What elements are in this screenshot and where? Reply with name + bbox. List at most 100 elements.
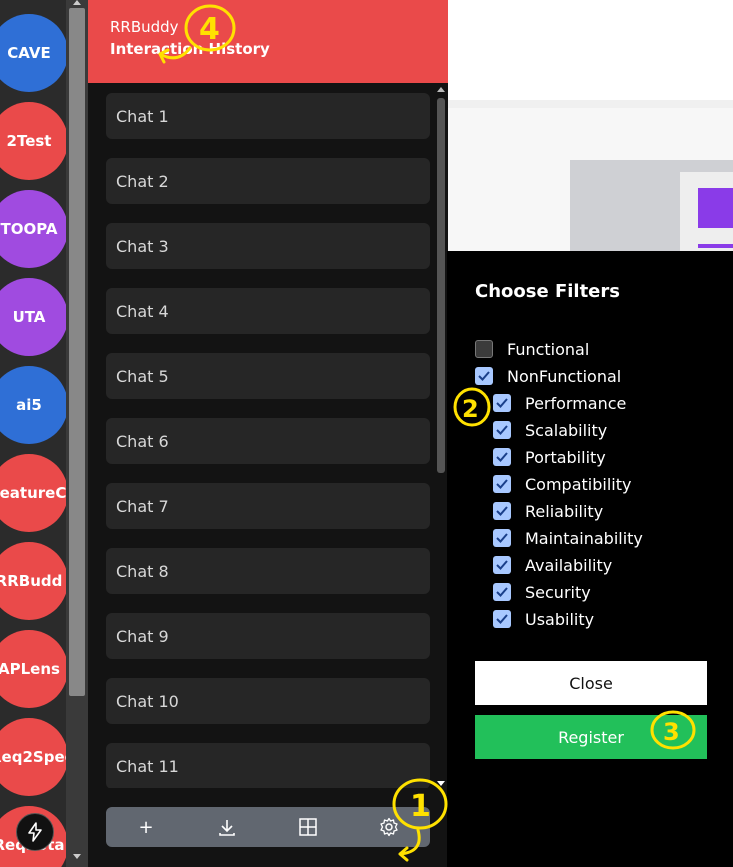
project-label: TOOPA: [0, 220, 58, 238]
project-label: RRBudd: [0, 572, 63, 590]
register-button[interactable]: Register: [475, 715, 707, 759]
chat-item[interactable]: Chat 3: [106, 223, 430, 269]
project-avatar[interactable]: TOOPA: [0, 190, 66, 268]
scrollbar-thumb[interactable]: [437, 98, 445, 473]
checkbox-checked[interactable]: [493, 502, 511, 520]
chat-label: Chat 6: [116, 431, 169, 451]
chat-label: Chat 9: [116, 626, 169, 646]
checkbox-checked[interactable]: [475, 367, 493, 385]
scroll-down-icon[interactable]: [437, 781, 445, 786]
scrollbar-thumb[interactable]: [69, 8, 85, 696]
filter-label: Security: [525, 582, 591, 602]
project-label: FeatureCr: [0, 484, 66, 502]
filter-nonfunctional[interactable]: NonFunctional: [475, 365, 621, 387]
chat-item[interactable]: Chat 8: [106, 548, 430, 594]
chat-label: Chat 3: [116, 236, 169, 256]
filter-usability[interactable]: Usability: [493, 608, 594, 630]
project-avatar[interactable]: UTA: [0, 278, 66, 356]
filter-label: Compatibility: [525, 474, 632, 494]
checkbox-checked[interactable]: [493, 475, 511, 493]
purple-action-button[interactable]: [698, 188, 733, 228]
divider: [448, 100, 733, 108]
download-icon: [219, 820, 235, 836]
filter-label: Maintainability: [525, 528, 643, 548]
project-avatar[interactable]: FeatureCr: [0, 454, 66, 532]
checkbox-checked[interactable]: [493, 448, 511, 466]
new-chat-button[interactable]: +: [126, 807, 166, 847]
app-name: RRBuddy: [110, 18, 179, 36]
close-button[interactable]: Close: [475, 661, 707, 705]
filter-label: Functional: [507, 339, 590, 359]
chat-item[interactable]: Chat 11: [106, 743, 430, 788]
project-label: Req2Spee: [0, 748, 66, 766]
app-header-bar: [448, 0, 733, 107]
chat-label: Chat 1: [116, 106, 169, 126]
filter-label: NonFunctional: [507, 366, 622, 386]
project-label: APLens: [0, 660, 60, 678]
chat-label: Chat 2: [116, 171, 169, 191]
chat-item[interactable]: Chat 5: [106, 353, 430, 399]
chat-item[interactable]: Chat 2: [106, 158, 430, 204]
filter-compatibility[interactable]: Compatibility: [493, 473, 631, 495]
project-avatar[interactable]: RRBudd: [0, 542, 66, 620]
chat-item[interactable]: Chat 1: [106, 93, 430, 139]
filter-availability[interactable]: Availability: [493, 554, 612, 576]
scroll-up-icon[interactable]: [437, 87, 445, 92]
checkbox[interactable]: [475, 340, 493, 358]
chat-item[interactable]: Chat 9: [106, 613, 430, 659]
chat-label: Chat 7: [116, 496, 169, 516]
bolt-icon[interactable]: [16, 813, 54, 851]
scroll-up-icon[interactable]: [73, 0, 81, 5]
project-label: ai5: [16, 396, 42, 414]
chat-header: RRBuddy Interaction History: [88, 0, 448, 83]
grid-icon: [299, 818, 317, 836]
project-avatar[interactable]: 2Test: [0, 102, 66, 180]
filter-label: Portability: [525, 447, 606, 467]
chat-list: Chat 1 Chat 2 Chat 3 Chat 4 Chat 5 Chat …: [106, 93, 430, 788]
project-avatar[interactable]: ai5: [0, 366, 66, 444]
filter-dialog: Choose Filters Functional NonFunctional …: [447, 251, 733, 867]
panel-subtitle: Interaction History: [110, 40, 270, 58]
rail-scrollbar[interactable]: [66, 0, 88, 867]
checkbox-checked[interactable]: [493, 556, 511, 574]
settings-button[interactable]: [369, 807, 409, 847]
chat-label: Chat 4: [116, 301, 169, 321]
chat-toolbar: +: [106, 807, 430, 847]
filter-portability[interactable]: Portability: [493, 446, 606, 468]
chat-item[interactable]: Chat 10: [106, 678, 430, 724]
chat-label: Chat 11: [116, 756, 179, 776]
checkbox-checked[interactable]: [493, 394, 511, 412]
chat-item[interactable]: Chat 4: [106, 288, 430, 334]
project-avatar[interactable]: APLens: [0, 630, 66, 708]
scroll-down-icon[interactable]: [73, 854, 81, 859]
project-avatar[interactable]: Req2Spee: [0, 718, 66, 796]
project-label: CAVE: [7, 44, 51, 62]
checkbox-checked[interactable]: [493, 529, 511, 547]
purple-underline: [698, 244, 733, 248]
chat-label: Chat 8: [116, 561, 169, 581]
dialog-title: Choose Filters: [475, 281, 620, 302]
project-rail: CAVE 2Test TOOPA UTA ai5 FeatureCr RRBud…: [0, 0, 66, 867]
checkbox-checked[interactable]: [493, 421, 511, 439]
checkbox-checked[interactable]: [493, 610, 511, 628]
chat-item[interactable]: Chat 6: [106, 418, 430, 464]
project-label: UTA: [12, 308, 46, 326]
chat-scrollbar[interactable]: [434, 85, 448, 788]
filter-functional[interactable]: Functional: [475, 338, 589, 360]
filter-scalability[interactable]: Scalability: [493, 419, 607, 441]
filter-performance[interactable]: Performance: [493, 392, 626, 414]
filter-label: Scalability: [525, 420, 608, 440]
project-avatar[interactable]: CAVE: [0, 14, 66, 92]
layout-button[interactable]: [288, 807, 328, 847]
chat-history-panel: RRBuddy Interaction History Chat 1 Chat …: [88, 0, 448, 867]
download-button[interactable]: [207, 807, 247, 847]
filter-label: Reliability: [525, 501, 604, 521]
filter-maintainability[interactable]: Maintainability: [493, 527, 643, 549]
project-label: 2Test: [6, 132, 52, 150]
filter-label: Performance: [525, 393, 627, 413]
checkbox-checked[interactable]: [493, 583, 511, 601]
chat-item[interactable]: Chat 7: [106, 483, 430, 529]
filter-security[interactable]: Security: [493, 581, 591, 603]
filter-reliability[interactable]: Reliability: [493, 500, 603, 522]
filter-label: Usability: [525, 609, 595, 629]
